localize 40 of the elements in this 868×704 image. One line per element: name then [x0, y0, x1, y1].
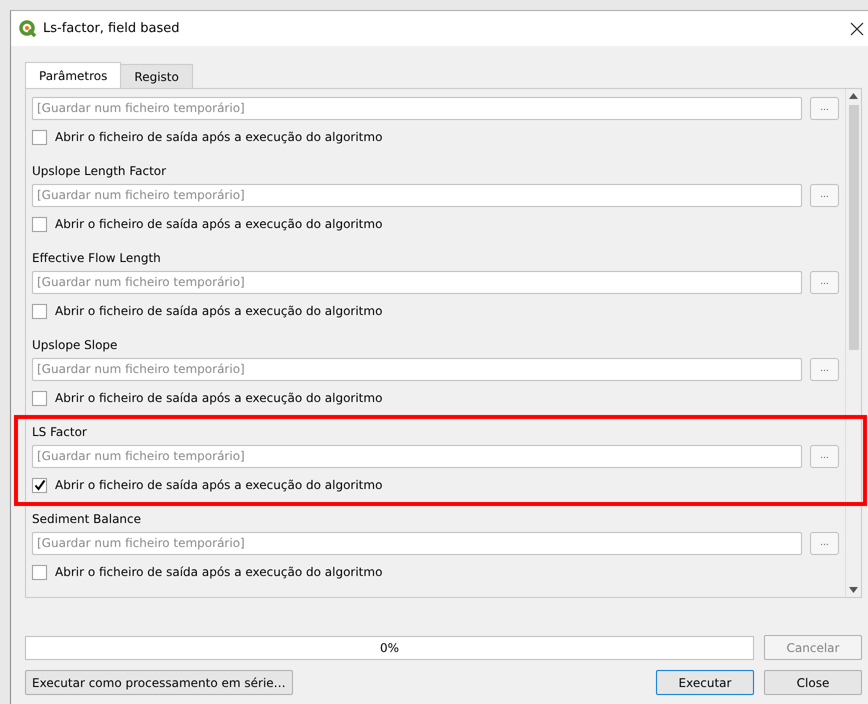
scroll-up-icon[interactable] [849, 93, 858, 99]
progress-reading: 0% [380, 640, 400, 654]
scrollbar[interactable] [845, 89, 861, 597]
output-file-field[interactable]: [Guardar num ficheiro temporário] [32, 96, 802, 120]
browse-button[interactable]: ... [810, 96, 839, 120]
browse-button[interactable]: ... [810, 270, 839, 294]
parameter-label: Effective Flow Length [32, 250, 162, 267]
browse-button[interactable]: ... [810, 444, 839, 468]
checkbox[interactable] [32, 564, 47, 580]
browse-button[interactable]: ... [810, 532, 839, 554]
checkbox[interactable] [32, 390, 47, 406]
checkbox-label: Abrir o ficheiro de saída após a execução do algoritmo [55, 565, 382, 579]
checkbox[interactable] [32, 304, 47, 318]
checkbox-label: Abrir o ficheiro de saída após a execução do algoritmo [55, 391, 382, 405]
parameter-label: Sediment Balance [32, 511, 142, 528]
checkbox[interactable] [32, 130, 47, 144]
checkbox[interactable] [32, 478, 47, 492]
output-file-field[interactable]: [Guardar num ficheiro temporário] [32, 184, 802, 206]
output-file-field[interactable]: [Guardar num ficheiro temporário] [32, 270, 802, 294]
batch-button[interactable]: Executar como processamento em série… [25, 670, 293, 695]
run-button[interactable]: Executar [656, 670, 754, 695]
output-file-field[interactable]: [Guardar num ficheiro temporário] [32, 358, 802, 380]
parameter-label: Upslope Length Factor [32, 163, 168, 180]
parameter-label: Upslope Slope [32, 337, 118, 354]
scroll-down-icon[interactable] [849, 587, 858, 593]
browse-button[interactable]: ... [810, 184, 839, 206]
checkbox-label: Abrir o ficheiro de saída após a execução do algoritmo [55, 217, 382, 231]
browse-button[interactable]: ... [810, 358, 839, 380]
checkbox-label: Abrir o ficheiro de saída após a execução do algoritmo [55, 130, 382, 144]
checkbox-label: Abrir o ficheiro de saída após a execução do algoritmo [55, 478, 382, 492]
checkbox[interactable] [32, 216, 47, 232]
app-logo-icon [19, 20, 37, 38]
close-button[interactable]: Close [764, 670, 862, 695]
window-title: Ls-factor, field based [43, 21, 180, 36]
output-file-field[interactable]: [Guardar num ficheiro temporário] [32, 532, 802, 554]
tab[interactable]: Registo [120, 64, 193, 88]
tab[interactable]: Parâmetros [25, 62, 122, 88]
output-file-field[interactable]: [Guardar num ficheiro temporário] [32, 444, 802, 468]
checkbox-label: Abrir o ficheiro de saída após a execução do algoritmo [55, 304, 382, 318]
parameter-label: LS Factor [32, 424, 88, 441]
